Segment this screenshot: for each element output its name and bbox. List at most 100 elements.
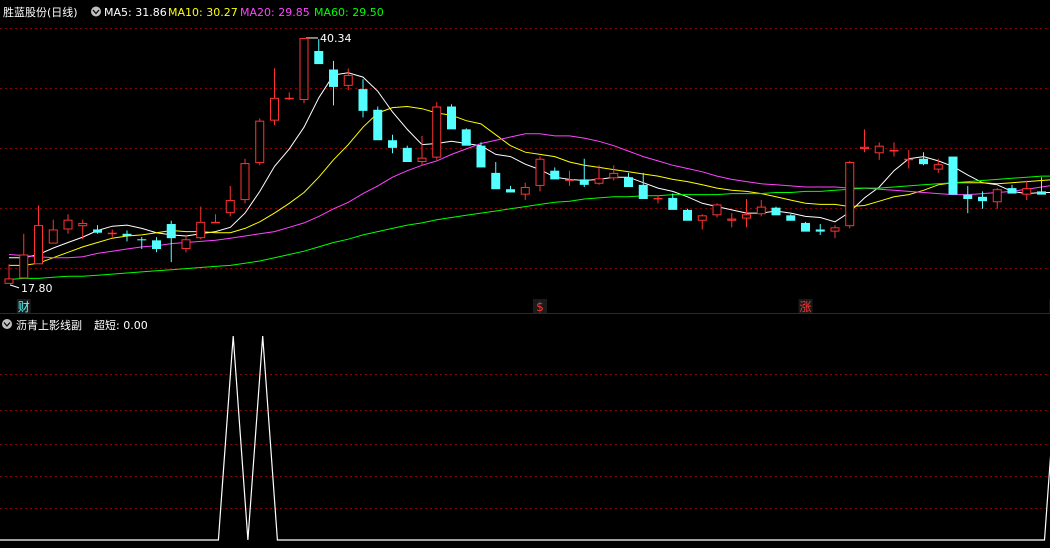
chevron-down-icon[interactable] <box>91 6 101 17</box>
candle[interactable] <box>771 206 781 216</box>
candle[interactable] <box>284 92 294 100</box>
candle[interactable] <box>579 158 589 188</box>
candle-body <box>78 222 88 227</box>
candlesticks[interactable] <box>4 37 1050 284</box>
candle[interactable] <box>196 206 206 240</box>
candle[interactable] <box>948 156 958 195</box>
candle[interactable] <box>358 79 368 118</box>
low-price-label: 17.80 <box>21 282 53 295</box>
candle-body <box>756 206 766 215</box>
candle[interactable] <box>904 150 914 169</box>
sub-grid <box>0 374 1050 509</box>
candle[interactable] <box>683 208 692 221</box>
candle[interactable] <box>786 214 796 221</box>
candle-body <box>358 89 368 111</box>
candle-body <box>63 219 73 230</box>
candle[interactable] <box>461 128 471 146</box>
collapse-toggle[interactable] <box>91 6 101 17</box>
candle[interactable] <box>845 160 855 229</box>
candle[interactable] <box>638 172 648 199</box>
candle[interactable] <box>1022 180 1032 201</box>
candle[interactable] <box>34 205 43 265</box>
ma5-line <box>9 72 1050 259</box>
candle[interactable] <box>107 229 117 239</box>
candle-body <box>1037 191 1046 195</box>
candle[interactable] <box>476 142 486 168</box>
candle[interactable] <box>491 162 501 190</box>
candle[interactable] <box>343 68 353 91</box>
candle[interactable] <box>653 195 663 204</box>
candle-body <box>388 140 397 148</box>
chart-canvas[interactable]: 财$涨减 胜蓝股份(日线) MA5: 31.86 MA10: 30.27 MA2… <box>0 0 1050 544</box>
candle[interactable] <box>520 182 530 201</box>
low-pointer <box>9 284 20 289</box>
candle[interactable] <box>329 60 338 106</box>
candle[interactable] <box>727 213 737 228</box>
ma5-label: MA5: 31.86 <box>104 6 167 19</box>
stock-title: 胜蓝股份(日线) <box>3 5 78 19</box>
candle-body <box>963 194 973 199</box>
candle[interactable] <box>860 129 869 153</box>
candle[interactable] <box>550 167 560 180</box>
chevron-down-icon[interactable] <box>2 319 12 329</box>
candle[interactable] <box>712 203 722 218</box>
candle-body <box>948 156 958 195</box>
candle[interactable] <box>963 185 973 214</box>
candle[interactable] <box>166 220 176 263</box>
candle-body <box>1022 188 1032 195</box>
candle-body <box>417 157 427 162</box>
candle[interactable] <box>373 106 383 141</box>
candle[interactable] <box>152 237 161 253</box>
candle-body <box>860 146 869 149</box>
candle[interactable] <box>830 225 840 239</box>
candle[interactable] <box>992 188 1002 209</box>
candle[interactable] <box>697 214 707 230</box>
indicator-collapse-toggle[interactable] <box>2 319 12 329</box>
candle[interactable] <box>388 134 397 154</box>
candle[interactable] <box>211 214 220 224</box>
candle[interactable] <box>19 233 29 279</box>
candle[interactable] <box>432 102 442 160</box>
candle-body <box>270 97 279 121</box>
candle[interactable] <box>609 165 619 181</box>
candle[interactable] <box>535 156 545 192</box>
candle-body <box>889 150 899 152</box>
ma60-label: MA60: 29.50 <box>314 6 384 19</box>
candle[interactable] <box>4 264 14 284</box>
candle-body <box>166 224 176 239</box>
candle-body <box>432 106 442 158</box>
candle[interactable] <box>874 142 884 160</box>
candle-body <box>653 197 663 200</box>
candle[interactable] <box>255 118 265 166</box>
candle-body <box>152 240 161 250</box>
candle[interactable] <box>933 158 943 173</box>
candle-body <box>712 204 722 216</box>
candle[interactable] <box>1007 184 1017 194</box>
candle-body <box>34 225 43 265</box>
candle[interactable] <box>801 221 810 232</box>
candle-body <box>668 197 678 210</box>
candle-body <box>683 209 692 221</box>
candle-body <box>697 215 707 221</box>
candle[interactable] <box>815 224 825 235</box>
indicator-series-line <box>0 335 1050 541</box>
candle[interactable] <box>506 185 515 193</box>
candle[interactable] <box>240 158 250 204</box>
candle[interactable] <box>402 145 412 162</box>
candle-body <box>491 172 501 190</box>
candle[interactable] <box>889 142 899 157</box>
candle[interactable] <box>447 104 456 130</box>
candle[interactable] <box>270 68 279 126</box>
candle[interactable] <box>668 193 678 210</box>
candle[interactable] <box>299 37 309 104</box>
candle[interactable] <box>565 170 574 186</box>
candle[interactable] <box>181 234 191 253</box>
candle[interactable] <box>756 200 766 217</box>
candle[interactable] <box>48 219 58 244</box>
candle[interactable] <box>624 172 633 188</box>
candle[interactable] <box>93 225 102 234</box>
candle[interactable] <box>417 135 427 166</box>
candle[interactable] <box>225 185 235 217</box>
candle[interactable] <box>63 214 73 234</box>
candle[interactable] <box>919 152 928 166</box>
